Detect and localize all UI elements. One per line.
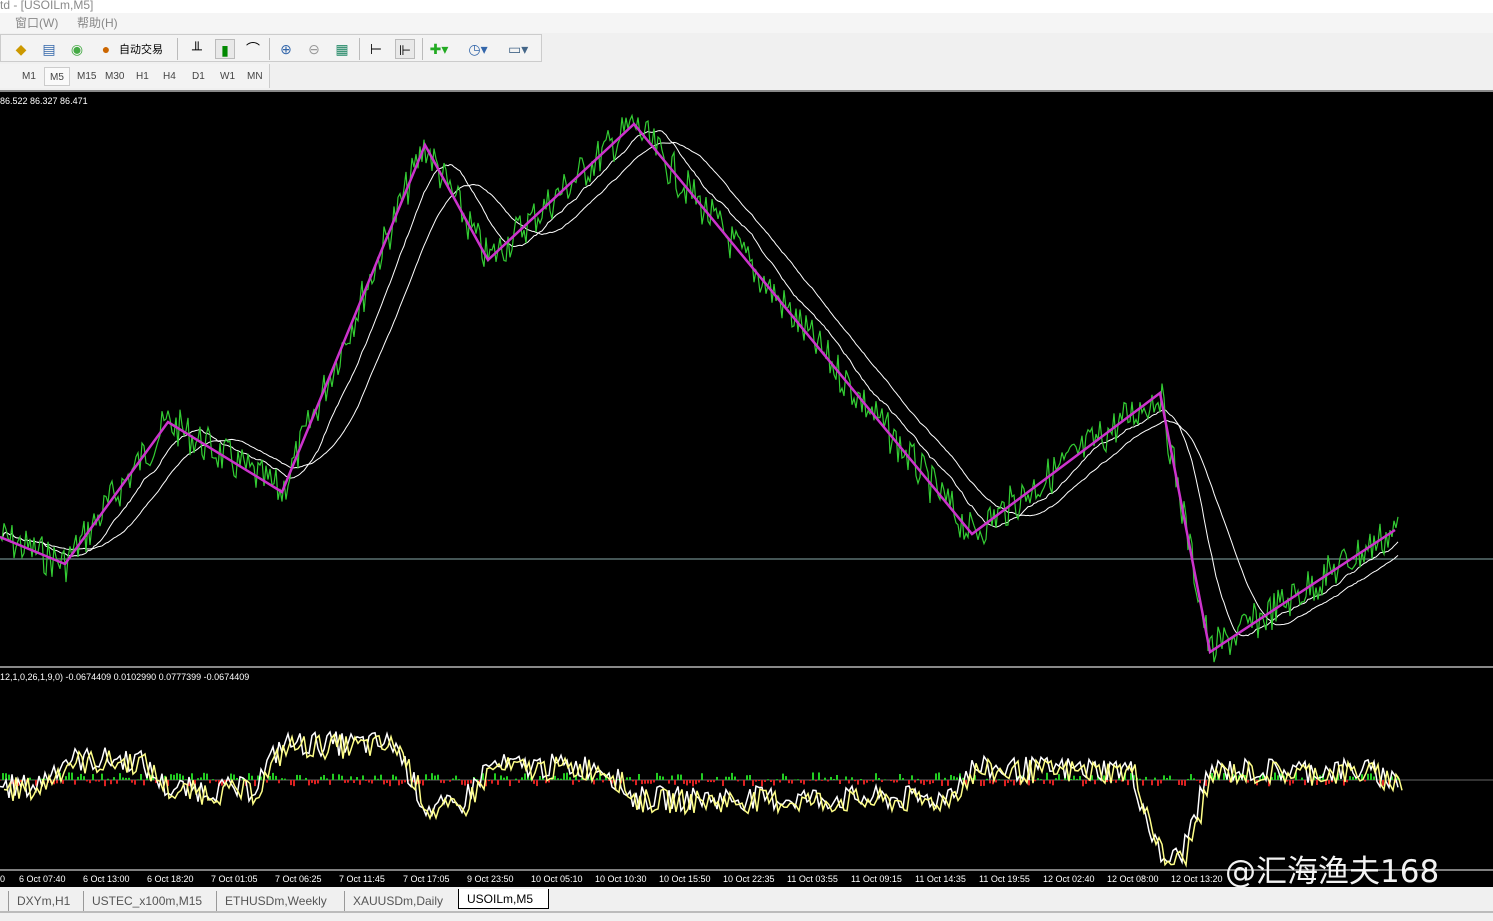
indicator-readout: 12,1,0,26,1,9,0) -0.0674409 0.0102990 0.… [0, 672, 250, 682]
time-label: 11 Oct 03:55 [787, 874, 838, 884]
profile-icon[interactable]: ◆ [11, 39, 31, 59]
periods-icon[interactable]: ◷▾ [468, 39, 488, 59]
data-window-icon[interactable]: ◉ [67, 39, 87, 59]
tf-mn[interactable]: MN [242, 67, 268, 86]
tf-m15[interactable]: M15 [72, 67, 101, 86]
moving-average-1 [0, 130, 1399, 637]
time-label: 10 Oct 10:30 [595, 874, 647, 884]
tab-dxym[interactable]: DXYm,H1 [8, 891, 78, 911]
time-label: 6 Oct 18:20 [147, 874, 194, 884]
line-chart-icon[interactable]: ⌒ [243, 39, 263, 59]
menu-help[interactable]: 帮助(H) [77, 13, 118, 33]
templates-icon[interactable]: ▭▾ [508, 39, 528, 59]
window-title: td - [USOILm,M5] [0, 0, 1493, 13]
time-label: 11 Oct 14:35 [915, 874, 966, 884]
bar-chart-icon[interactable]: ╨ [187, 39, 207, 59]
time-label: 7 Oct 06:25 [275, 874, 322, 884]
menu-bar: 窗口(W) 帮助(H) [0, 13, 1493, 33]
price-chart[interactable]: 86.522 86.327 86.471 12,1,0,26,1,9,0) -0… [0, 90, 1493, 887]
time-label: 7 Oct 17:05 [403, 874, 450, 884]
time-label: 11 Oct 19:55 [979, 874, 1030, 884]
time-label: 12 Oct 02:40 [1043, 874, 1095, 884]
indicators-icon[interactable]: ✚▾ [429, 39, 449, 59]
tab-xauusdm[interactable]: XAUUSDm,Daily [344, 891, 451, 911]
auto-trade-button[interactable]: 自动交易 [119, 41, 163, 57]
tf-m30[interactable]: M30 [100, 67, 129, 86]
time-label: 6 Oct 13:00 [83, 874, 130, 884]
time-label: 12 Oct 13:20 [1171, 874, 1223, 884]
chart-shift-icon[interactable]: ⊩ [395, 39, 415, 59]
moving-average-2 [0, 141, 1399, 626]
candlestick-icon[interactable]: ▮ [215, 39, 235, 59]
tf-h1[interactable]: H1 [131, 67, 154, 86]
time-label: 6 Oct 07:40 [19, 874, 66, 884]
tab-ustec[interactable]: USTEC_x100m,M15 [83, 891, 210, 911]
tab-ethusdm[interactable]: ETHUSDm,Weekly [216, 891, 335, 911]
time-label: 10 Oct 22:35 [723, 874, 775, 884]
tf-d1[interactable]: D1 [187, 67, 210, 86]
market-watch-icon[interactable]: ▤ [39, 39, 59, 59]
tf-m1[interactable]: M1 [17, 67, 41, 86]
zoom-out-icon[interactable]: ⊖ [304, 39, 324, 59]
time-label: 10 Oct 05:10 [531, 874, 583, 884]
auto-scroll-icon[interactable]: ⊢ [366, 39, 386, 59]
time-label: 10 Oct 15:50 [659, 874, 711, 884]
chart-canvas [0, 113, 1493, 871]
zoom-in-icon[interactable]: ⊕ [276, 39, 296, 59]
time-label: 11 Oct 09:15 [851, 874, 902, 884]
menu-window[interactable]: 窗口(W) [15, 13, 58, 33]
tf-h4[interactable]: H4 [158, 67, 181, 86]
time-label: 12 Oct 08:00 [1107, 874, 1159, 884]
time-label: 0 [0, 874, 6, 884]
time-label: 7 Oct 11:45 [339, 874, 385, 884]
price-line [0, 113, 1399, 663]
tf-w1[interactable]: W1 [215, 67, 240, 86]
toolbar: ◆ ▤ ◉ ● 自动交易 ╨ ▮ ⌒ ⊕ ⊖ ▦ ⊢ ⊩ ✚▾ ◷▾ ▭▾ [0, 34, 542, 62]
zigzag-line [0, 122, 1396, 655]
chart-tabs: DXYm,H1 USTEC_x100m,M15 ETHUSDm,Weekly X… [0, 889, 1493, 913]
auto-trade-icon[interactable]: ● [96, 39, 116, 59]
watermark: @汇海渔夫168 [1225, 854, 1440, 890]
tile-windows-icon[interactable]: ▦ [332, 39, 352, 59]
time-label: 7 Oct 01:05 [211, 874, 258, 884]
time-label: 9 Oct 23:50 [467, 874, 514, 884]
timeframe-bar: M1 M5 M15 M30 H1 H4 D1 W1 MN [0, 64, 270, 88]
tab-usoilm[interactable]: USOILm,M5 [458, 889, 549, 909]
tf-m5[interactable]: M5 [44, 67, 70, 86]
